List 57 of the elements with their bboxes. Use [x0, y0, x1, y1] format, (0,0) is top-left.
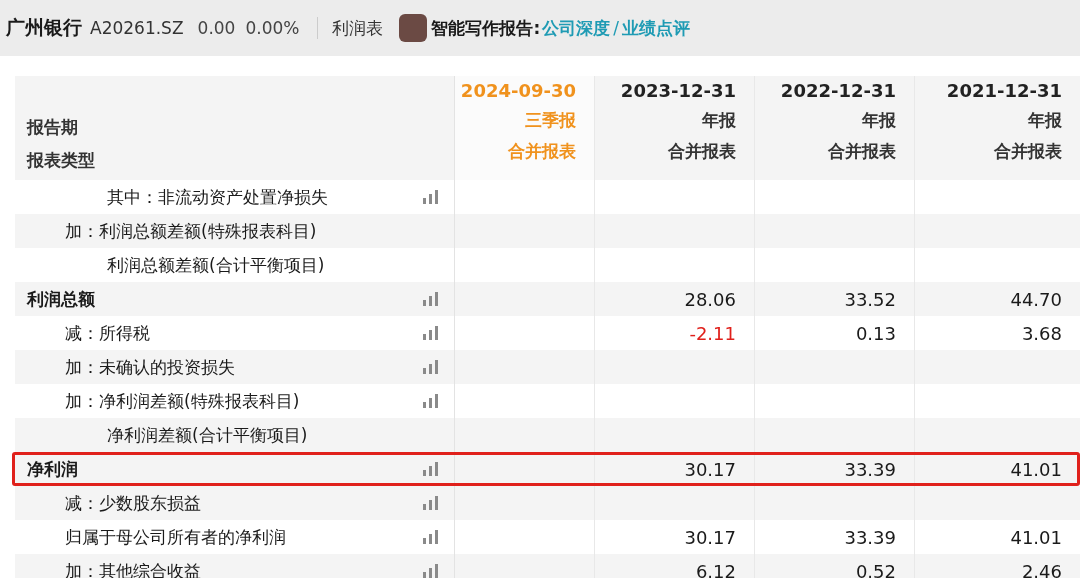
- table-cell: 3.68: [1021, 322, 1062, 344]
- row-label: 利润总额差额(合计平衡项目): [106, 253, 325, 277]
- table-cell: 0.13: [855, 322, 896, 344]
- row-label: 净利润差额(合计平衡项目): [106, 423, 308, 447]
- table-cell: 44.70: [1010, 288, 1062, 310]
- row-label: 归属于母公司所有者的净利润: [64, 525, 286, 549]
- stock-code: A20261.SZ: [90, 18, 184, 38]
- report-type: 年报: [702, 109, 736, 132]
- link-separator: /: [613, 18, 619, 38]
- report-label: 智能写作报告:: [431, 16, 541, 40]
- table-cell: -2.11: [689, 322, 736, 344]
- table-cell: 30.17: [684, 526, 736, 548]
- header-label: 报告期: [27, 116, 78, 139]
- report-type: 合并报表: [994, 140, 1062, 163]
- bar-chart-icon[interactable]: [422, 394, 440, 408]
- table-cell: 6.12: [695, 560, 736, 578]
- row-label: 其中：非流动资产处置净损失: [106, 185, 328, 209]
- report-date: 2022-12-31: [780, 80, 896, 101]
- statement-name: 利润表: [332, 16, 384, 40]
- bar-chart-icon[interactable]: [422, 190, 440, 204]
- report-type: 年报: [862, 109, 896, 132]
- row-label: 加：未确认的投资损失: [64, 355, 235, 379]
- price: 0.00: [197, 18, 236, 38]
- report-date: 2024-09-30: [460, 80, 576, 101]
- report-type: 合并报表: [668, 140, 736, 163]
- header-label: 报表类型: [27, 149, 95, 172]
- bar-chart-icon[interactable]: [422, 564, 440, 578]
- bar-chart-icon[interactable]: [422, 530, 440, 544]
- report-type: 年报: [1028, 109, 1062, 132]
- table-cell: 41.01: [1010, 526, 1062, 548]
- bar-chart-icon[interactable]: [422, 326, 440, 340]
- bar-chart-icon[interactable]: [422, 462, 440, 476]
- bar-chart-icon[interactable]: [422, 496, 440, 510]
- report-date: 2021-12-31: [946, 80, 1062, 101]
- bar-chart-icon[interactable]: [422, 360, 440, 374]
- price-change: 0.00%: [245, 18, 300, 38]
- bar-chart-icon[interactable]: [422, 292, 440, 306]
- table-cell: 33.52: [844, 288, 896, 310]
- avatar-placeholder: [399, 14, 428, 42]
- row-label: 减：少数股东损益: [64, 491, 201, 515]
- row-label: 加：利润总额差额(特殊报表科目): [64, 219, 317, 243]
- table-cell: 33.39: [844, 458, 896, 480]
- row-label: 净利润: [27, 457, 78, 481]
- report-type: 合并报表: [508, 140, 576, 163]
- table-cell: 30.17: [684, 458, 736, 480]
- table-cell: 33.39: [844, 526, 896, 548]
- stock-name: 广州银行: [6, 15, 82, 40]
- report-type: 三季报: [525, 109, 576, 132]
- row-label: 减：所得税: [64, 321, 150, 345]
- report-date: 2023-12-31: [620, 80, 736, 101]
- table-cell: 0.52: [855, 560, 896, 578]
- table-cell: 41.01: [1010, 458, 1062, 480]
- row-label: 加：净利润差额(特殊报表科目): [64, 389, 300, 413]
- report-type: 合并报表: [828, 140, 896, 163]
- table-cell: 2.46: [1021, 560, 1062, 578]
- table-cell: 28.06: [684, 288, 736, 310]
- row-label: 利润总额: [27, 287, 95, 311]
